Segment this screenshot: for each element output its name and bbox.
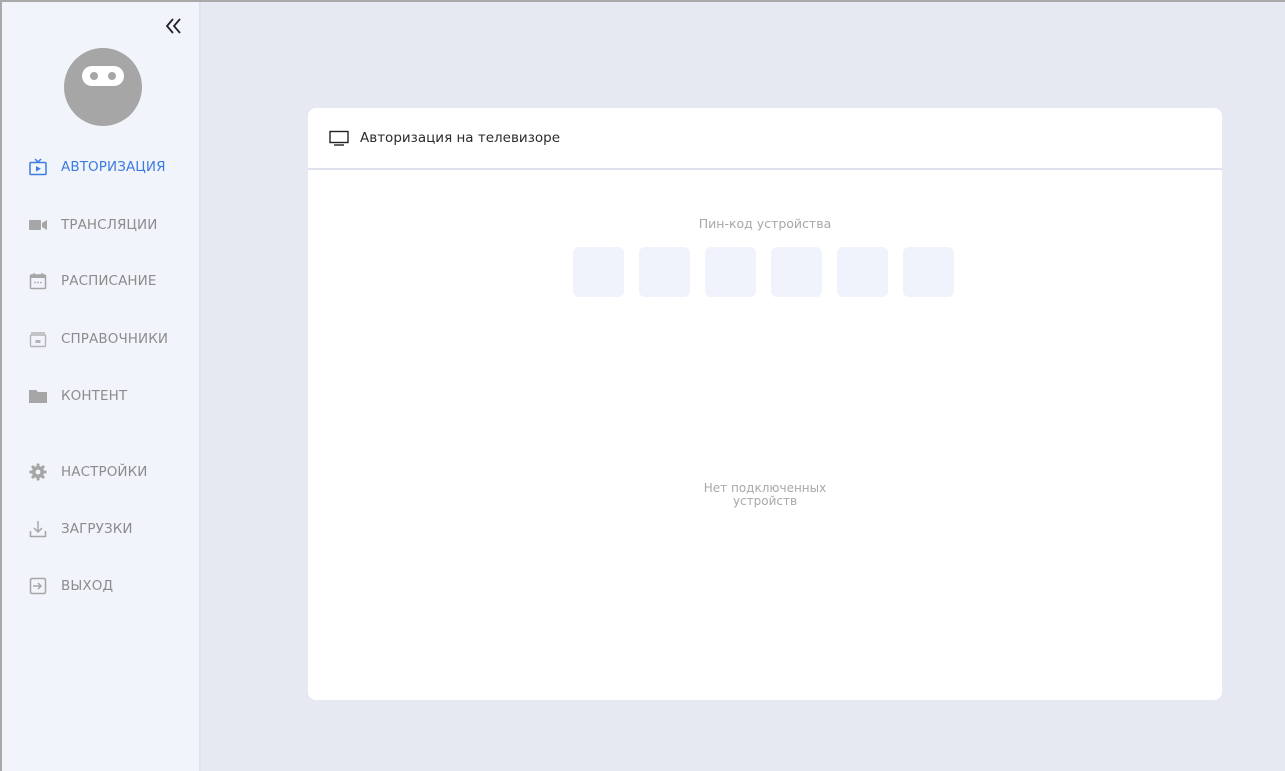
avatar[interactable]: [64, 48, 142, 126]
sidebar-item-schedule[interactable]: РАСПИСАНИЕ: [28, 268, 198, 294]
gear-icon: [28, 462, 48, 482]
sidebar-item-label: ВЫХОД: [61, 578, 114, 594]
sidebar-item-settings[interactable]: НАСТРОЙКИ: [28, 459, 198, 485]
pin-digit-1[interactable]: [573, 247, 624, 297]
sidebar-item-broadcasts[interactable]: ТРАНСЛЯЦИИ: [28, 212, 198, 238]
collapse-sidebar-button[interactable]: [162, 16, 186, 36]
tv-authorization-card: Авторизация на телевизоре Пин-код устрой…: [308, 108, 1222, 700]
pin-digit-5[interactable]: [837, 247, 888, 297]
pin-digit-3[interactable]: [705, 247, 756, 297]
pin-digit-6[interactable]: [903, 247, 954, 297]
sidebar-item-label: СПРАВОЧНИКИ: [61, 331, 169, 347]
sidebar: АВТОРИЗАЦИЯ ТРАНСЛЯЦИИ РАСПИСАНИЕ СПРАВО…: [2, 2, 201, 771]
sidebar-item-label: КОНТЕНТ: [61, 388, 128, 404]
sidebar-item-label: АВТОРИЗАЦИЯ: [61, 159, 166, 175]
card-header: Авторизация на телевизоре: [308, 108, 1222, 170]
logout-icon: [28, 576, 48, 596]
card-title: Авторизация на телевизоре: [360, 130, 561, 146]
sidebar-item-downloads[interactable]: ЗАГРУЗКИ: [28, 516, 198, 542]
pin-code-label: Пин-код устройства: [698, 216, 832, 231]
avatar-eye-left: [90, 72, 98, 80]
sidebar-item-label: РАСПИСАНИЕ: [61, 273, 157, 289]
avatar-eye-right: [108, 72, 116, 80]
archive-icon: [28, 329, 48, 349]
folder-icon: [28, 386, 48, 406]
app-window: АВТОРИЗАЦИЯ ТРАНСЛЯЦИИ РАСПИСАНИЕ СПРАВО…: [0, 0, 1285, 771]
pin-code-inputs: [573, 247, 954, 297]
calendar-icon: [28, 271, 48, 291]
sidebar-item-content[interactable]: КОНТЕНТ: [28, 383, 198, 409]
tv-icon: [329, 130, 349, 146]
tv-play-icon: [28, 157, 48, 177]
sidebar-item-label: ЗАГРУЗКИ: [61, 521, 133, 537]
main-area: Авторизация на телевизоре Пин-код устрой…: [201, 2, 1285, 771]
pin-digit-2[interactable]: [639, 247, 690, 297]
sidebar-item-label: НАСТРОЙКИ: [61, 464, 148, 480]
sidebar-item-label: ТРАНСЛЯЦИИ: [61, 217, 158, 233]
pin-digit-4[interactable]: [771, 247, 822, 297]
sidebar-item-authorization[interactable]: АВТОРИЗАЦИЯ: [28, 154, 198, 180]
avatar-visor: [82, 66, 124, 86]
video-camera-icon: [28, 215, 48, 235]
download-icon: [28, 519, 48, 539]
sidebar-item-directories[interactable]: СПРАВОЧНИКИ: [28, 326, 198, 352]
double-chevron-left-icon: [165, 18, 181, 34]
no-devices-message: Нет подключенных устройств: [703, 481, 827, 508]
sidebar-item-logout[interactable]: ВЫХОД: [28, 573, 198, 599]
